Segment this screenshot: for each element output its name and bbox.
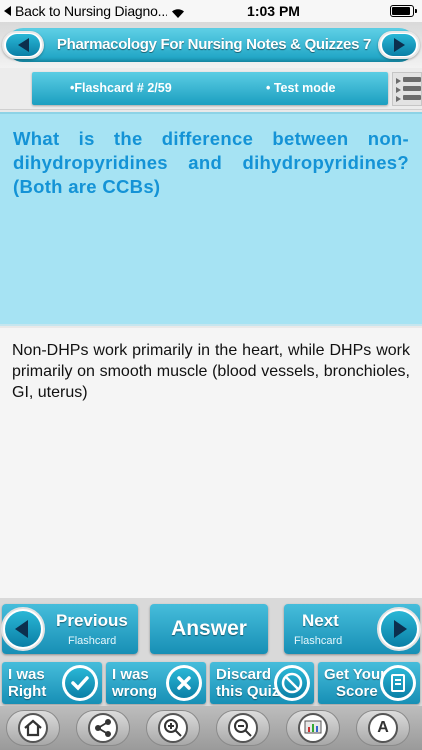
bottom-toolbar: A <box>0 706 422 750</box>
list-menu-icon[interactable] <box>392 72 422 106</box>
discard-quiz-button[interactable]: Discard this Quiz <box>210 662 314 704</box>
prohibited-icon <box>274 665 310 701</box>
zoom-out-icon <box>228 713 258 743</box>
zoom-in-button[interactable] <box>146 710 200 746</box>
back-button[interactable] <box>2 31 44 59</box>
forward-arrow-icon <box>393 38 405 52</box>
home-button[interactable] <box>6 710 60 746</box>
i-was-right-button[interactable]: I was Right <box>2 662 102 704</box>
answer-button[interactable]: Answer <box>150 604 268 654</box>
share-button[interactable] <box>76 710 130 746</box>
mode-indicator: • Test mode <box>266 81 336 95</box>
previous-sublabel: Flashcard <box>68 635 117 647</box>
zoom-in-icon <box>158 713 188 743</box>
checkmark-icon <box>62 665 98 701</box>
i-was-right-label: I was Right <box>8 666 47 700</box>
status-time: 1:03 PM <box>247 3 300 19</box>
status-bar: Back to Nursing Diagno... 1:03 PM <box>0 0 422 22</box>
chart-icon <box>298 713 328 743</box>
answer-panel: Non-DHPs work primarily in the heart, wh… <box>0 328 422 598</box>
previous-flashcard-button[interactable]: Previous Flashcard <box>1 604 138 654</box>
cross-icon <box>166 665 202 701</box>
next-arrow-icon <box>394 620 407 638</box>
font-size-icon: A <box>368 713 398 743</box>
flashcard-info-bar: •Flashcard # 2/59 • Test mode <box>32 72 388 105</box>
next-label: Next <box>302 611 339 630</box>
flashcard-nav-row: Previous Flashcard Answer Next Flashcard <box>0 598 422 660</box>
flashcard-counter-label: •Flashcard # <box>70 81 148 95</box>
page-title: Pharmacology For Nursing Notes & Quizzes… <box>56 36 372 53</box>
scorecard-icon <box>380 665 416 701</box>
font-size-button[interactable]: A <box>356 710 410 746</box>
back-arrow-icon <box>4 6 11 16</box>
back-to-app-link[interactable]: Back to Nursing Diagno... <box>0 3 185 19</box>
quiz-action-row: I was Right I was wrong Discard this Quiz G… <box>0 660 422 706</box>
get-score-label: Get Your Score <box>324 666 386 700</box>
zoom-out-button[interactable] <box>216 710 270 746</box>
back-arrow-icon <box>17 38 29 52</box>
wifi-icon <box>171 6 185 18</box>
next-circle <box>377 607 421 651</box>
answer-label: Answer <box>171 617 247 640</box>
title-pill: Pharmacology For Nursing Notes & Quizzes… <box>2 28 420 62</box>
get-score-button[interactable]: Get Your Score <box>318 662 420 704</box>
next-sublabel: Flashcard <box>294 635 343 647</box>
discard-quiz-label: Discard this Quiz <box>216 666 280 700</box>
share-icon <box>88 713 118 743</box>
answer-text: Non-DHPs work primarily in the heart, wh… <box>12 342 410 401</box>
flashcard-info-area: •Flashcard # 2/59 • Test mode <box>0 68 422 110</box>
i-was-wrong-button[interactable]: I was wrong <box>106 662 206 704</box>
previous-arrow-icon <box>15 620 28 638</box>
question-panel: What is the difference between non-dihyd… <box>0 112 422 326</box>
forward-button[interactable] <box>378 31 420 59</box>
home-icon <box>18 713 48 743</box>
previous-label: Previous <box>56 611 128 630</box>
i-was-wrong-label: I was wrong <box>112 666 157 700</box>
chart-button[interactable] <box>286 710 340 746</box>
next-flashcard-button[interactable]: Next Flashcard <box>284 604 421 654</box>
flashcard-position: 2/59 <box>147 81 172 95</box>
question-text: What is the difference between non-dihyd… <box>13 128 409 197</box>
title-bar: Pharmacology For Nursing Notes & Quizzes… <box>0 22 422 68</box>
previous-circle <box>1 607 45 651</box>
flashcard-counter: •Flashcard # 2/59 <box>70 81 172 95</box>
back-to-app-label: Back to Nursing Diagno... <box>15 3 167 19</box>
battery-icon <box>390 5 417 17</box>
